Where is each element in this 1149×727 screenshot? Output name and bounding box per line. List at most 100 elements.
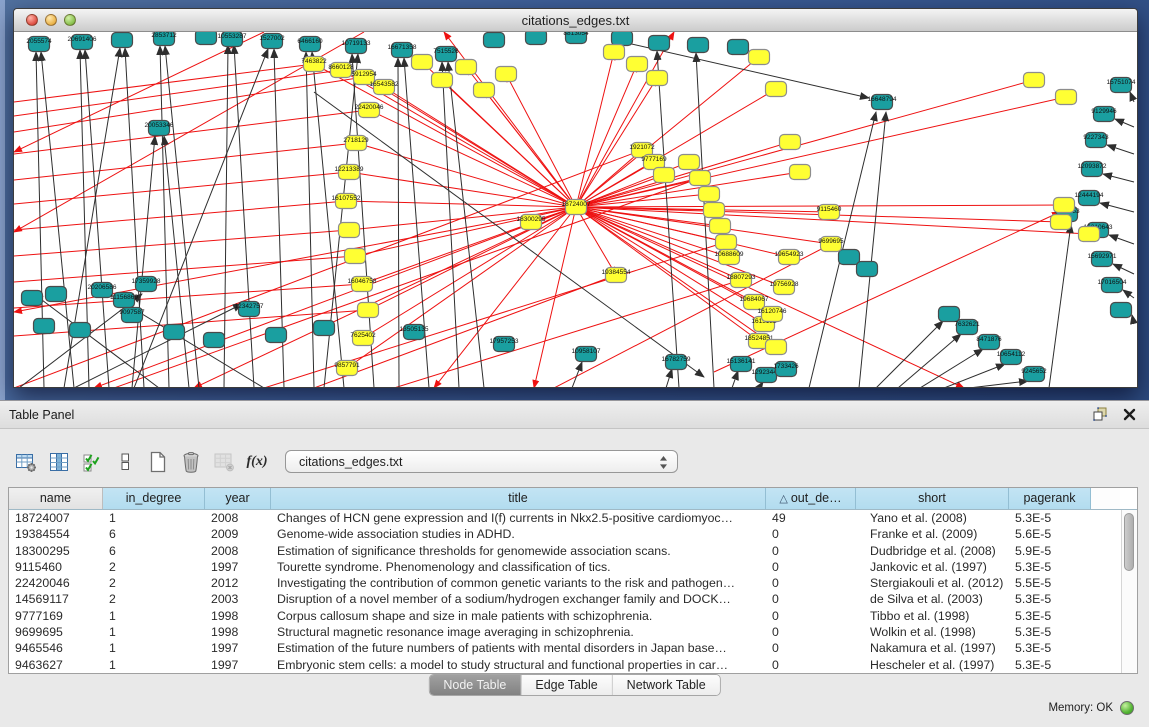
graph-node[interactable]: 17957253 [490, 337, 519, 352]
cell-short[interactable]: de Silva et al. (2003) [856, 591, 1009, 607]
graph-node[interactable]: 10688609 [715, 250, 744, 265]
graph-edge[interactable] [1132, 315, 1134, 324]
graph-node[interactable] [939, 307, 960, 322]
cell-name[interactable]: 14569117 [9, 591, 103, 607]
graph-node[interactable] [699, 187, 720, 202]
column-header-out-de-[interactable]: △out_de… [766, 488, 856, 509]
cell-in-degree[interactable]: 2 [103, 591, 205, 607]
cell-title[interactable]: Embryonic stem cells: a model to study s… [271, 657, 766, 673]
cell-title[interactable]: Genome-wide association studies in ADHD. [271, 526, 766, 542]
graph-node[interactable] [857, 262, 878, 277]
cell-out-de-[interactable]: 0 [766, 624, 856, 640]
graph-edge[interactable] [1049, 224, 1071, 387]
graph-node[interactable] [112, 33, 133, 48]
graph-edge[interactable] [666, 369, 672, 387]
graph-node[interactable]: 13505135 [400, 325, 429, 340]
cell-short[interactable]: Tibbo et al. (1998) [856, 608, 1009, 624]
graph-node[interactable] [839, 250, 860, 265]
network-canvas[interactable]: 2055574206914062853712105532871527002646… [14, 32, 1137, 387]
cell-year[interactable]: 1997 [205, 657, 271, 673]
cell-in-degree[interactable]: 2 [103, 575, 205, 591]
cell-in-degree[interactable]: 1 [103, 608, 205, 624]
graph-edge[interactable] [14, 77, 364, 132]
graph-node[interactable]: 19384554 [602, 268, 631, 283]
cell-short[interactable]: Franke et al. (2009) [856, 526, 1009, 542]
graph-node[interactable]: 16120746 [758, 307, 787, 322]
graph-edge[interactable] [14, 230, 349, 256]
table-mode-icon[interactable] [13, 448, 39, 476]
graph-node[interactable] [526, 32, 547, 45]
graph-node[interactable]: 10958107 [572, 347, 601, 362]
table-row[interactable]: 977716911998Corpus callosum shape and si… [9, 608, 1137, 624]
graph-node[interactable]: 16648794 [868, 95, 897, 110]
graph-node[interactable]: 16782759 [662, 355, 691, 370]
graph-node[interactable]: 17016504 [1098, 278, 1127, 293]
graph-node[interactable] [358, 303, 379, 318]
graph-node[interactable]: 1527002 [259, 34, 285, 49]
graph-node[interactable]: 16671358 [388, 43, 417, 58]
graph-edge[interactable] [1107, 145, 1134, 154]
graph-node[interactable]: 18300295 [517, 215, 546, 230]
graph-node[interactable] [716, 235, 737, 250]
graph-node[interactable] [654, 168, 675, 183]
graph-node[interactable] [1054, 198, 1075, 213]
cell-year[interactable]: 1997 [205, 559, 271, 575]
graph-edge[interactable] [876, 321, 943, 387]
cell-out-de-[interactable]: 0 [766, 526, 856, 542]
graph-node[interactable]: 16046758 [348, 277, 377, 292]
cell-pagerank[interactable]: 5.3E-5 [1009, 640, 1091, 656]
graph-node[interactable]: 1733426 [773, 362, 799, 377]
cell-pagerank[interactable]: 5.3E-5 [1009, 510, 1091, 526]
graph-node[interactable]: 19654923 [775, 250, 804, 265]
graph-node[interactable]: 12444194 [1075, 191, 1104, 206]
cell-name[interactable]: 22420046 [9, 575, 103, 591]
graph-node[interactable]: 20691406 [68, 35, 97, 50]
cell-short[interactable]: Jankovic et al. (1997) [856, 559, 1009, 575]
graph-node[interactable] [46, 287, 67, 302]
graph-node[interactable]: 2718129 [343, 136, 369, 151]
graph-node[interactable] [649, 36, 670, 51]
graph-edge[interactable] [1109, 235, 1134, 244]
graph-edge[interactable] [448, 62, 484, 387]
graph-node[interactable]: 15136141 [727, 357, 756, 372]
table-row[interactable]: 946362711997Embryonic stem cells: a mode… [9, 657, 1137, 673]
cell-in-degree[interactable]: 6 [103, 526, 205, 542]
graph-edge[interactable] [576, 142, 790, 207]
graph-node[interactable]: 8813054 [563, 32, 589, 44]
graph-node[interactable] [612, 32, 633, 46]
graph-edge[interactable] [36, 52, 44, 387]
graph-node[interactable] [22, 291, 43, 306]
table-row[interactable]: 1830029562008Estimation of significance … [9, 543, 1137, 559]
cell-pagerank[interactable]: 5.3E-5 [1009, 591, 1091, 607]
graph-node[interactable]: 9227343 [1083, 133, 1109, 148]
cell-short[interactable]: Nakamura et al. (1997) [856, 640, 1009, 656]
cell-in-degree[interactable]: 1 [103, 624, 205, 640]
graph-node[interactable] [70, 323, 91, 338]
cell-year[interactable]: 1997 [205, 640, 271, 656]
graph-edge[interactable] [576, 207, 964, 387]
graph-edge[interactable] [356, 143, 576, 207]
cell-title[interactable]: Investigating the contribution of common… [271, 575, 766, 591]
graph-edge[interactable] [347, 207, 576, 368]
graph-node[interactable] [474, 83, 495, 98]
cell-out-de-[interactable]: 0 [766, 591, 856, 607]
graph-edge[interactable] [732, 371, 738, 387]
graph-edge[interactable] [398, 58, 399, 387]
cell-title[interactable]: Estimation of significance thresholds fo… [271, 543, 766, 559]
graph-edge[interactable] [1103, 174, 1134, 182]
graph-node[interactable]: 20053346 [145, 121, 174, 136]
graph-node[interactable] [604, 45, 625, 60]
graph-edge[interactable] [384, 87, 576, 207]
memory-status-indicator[interactable] [1120, 701, 1134, 715]
graph-node[interactable] [688, 38, 709, 53]
graph-edge[interactable] [576, 172, 800, 207]
graph-node[interactable]: 16107552 [332, 194, 361, 209]
graph-edge[interactable] [576, 207, 764, 324]
cell-name[interactable]: 9465546 [9, 640, 103, 656]
graph-node[interactable]: 8660128 [328, 63, 354, 78]
graph-node[interactable] [704, 203, 725, 218]
row-height-icon[interactable] [112, 448, 138, 476]
show-columns-icon[interactable] [46, 448, 72, 476]
graph-node[interactable]: 6466160 [297, 37, 323, 52]
cell-name[interactable]: 9777169 [9, 608, 103, 624]
